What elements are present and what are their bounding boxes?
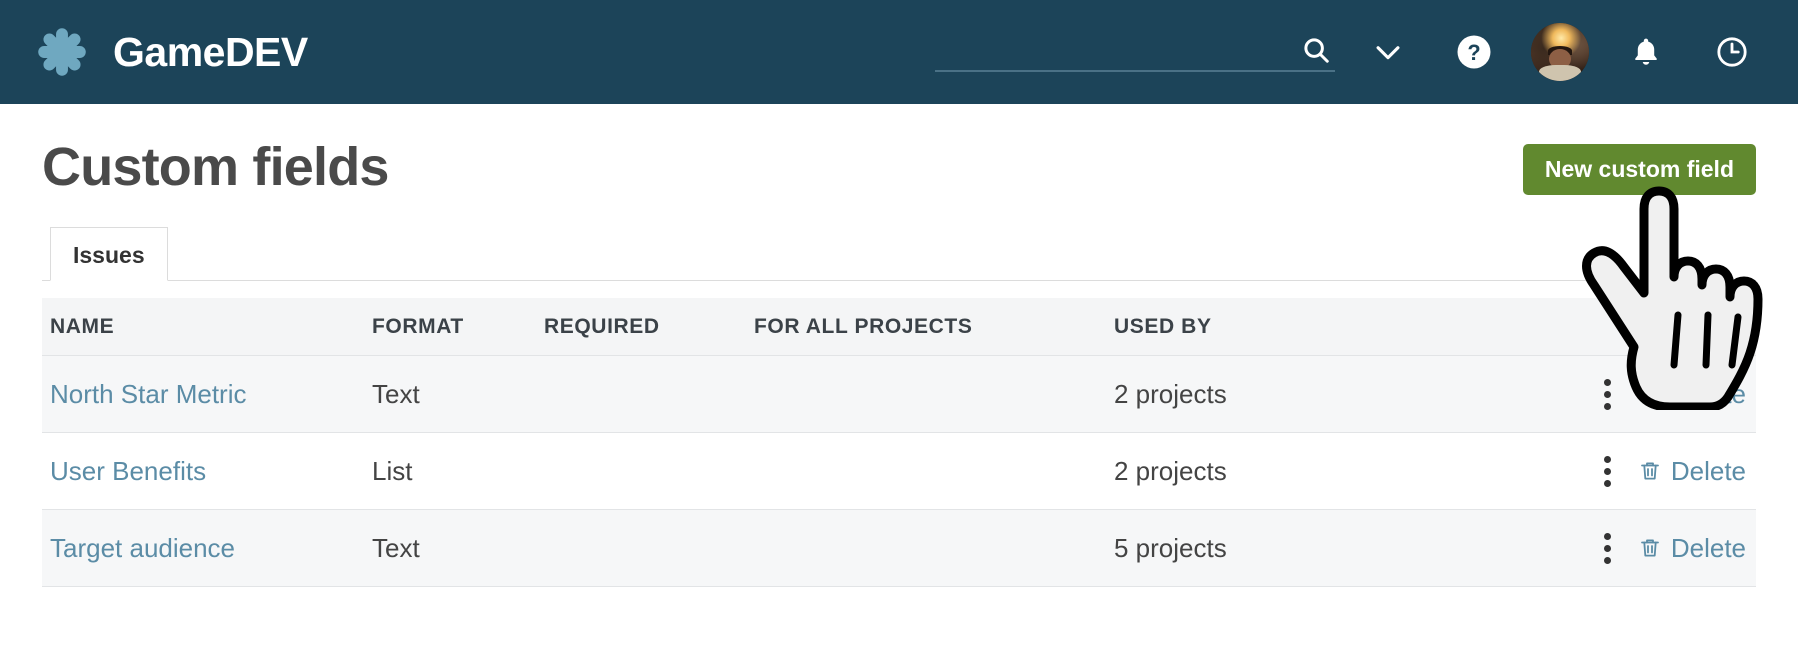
search-input[interactable] [935,32,1335,72]
custom-fields-table: NAME FORMAT REQUIRED FOR ALL PROJECTS US… [42,298,1756,587]
delete-label: Delete [1670,378,1746,409]
svg-text:?: ? [1467,40,1480,65]
field-for-all-projects-cell [754,432,1114,510]
bell-icon[interactable] [1614,20,1678,84]
kebab-menu-icon[interactable] [1603,378,1612,410]
clock-icon[interactable] [1700,20,1764,84]
field-name-cell: Target audience [42,509,372,587]
top-navigation-bar: GameDEV ? [0,0,1798,104]
field-name-cell: North Star Metric [42,355,372,433]
page-content: Custom fields New custom field Issues NA… [0,104,1798,587]
trash-icon [1638,382,1662,406]
column-header-actions [1494,298,1756,356]
table-row: Target audience Text 5 projects Delete [42,509,1756,587]
table-row: North Star Metric Text 2 projects Delete [42,355,1756,433]
tab-issues[interactable]: Issues [50,227,168,281]
column-header-format: FORMAT [372,298,544,356]
field-required-cell [544,509,754,587]
kebab-menu-icon[interactable] [1603,532,1612,564]
asterisk-flower-icon [35,25,89,79]
search-container [935,22,1335,82]
brand-logo[interactable]: GameDEV [35,25,308,79]
field-for-all-projects-cell [754,509,1114,587]
field-name-link[interactable]: Target audience [50,533,235,563]
table-row: User Benefits List 2 projects Delete [42,432,1756,510]
page-title: Custom fields [42,137,389,197]
field-format-cell: Text [372,509,544,587]
page-header: Custom fields New custom field [42,104,1756,222]
field-name-cell: User Benefits [42,432,372,510]
field-required-cell [544,355,754,433]
column-header-used-by: USED BY [1114,298,1494,356]
help-circle-icon[interactable]: ? [1442,20,1506,84]
column-header-for-all-projects: FOR ALL PROJECTS [754,298,1114,356]
field-format-cell: List [372,432,544,510]
field-for-all-projects-cell [754,355,1114,433]
field-used-by-cell: 5 projects [1114,509,1494,587]
field-name-link[interactable]: User Benefits [50,456,206,486]
avatar[interactable] [1531,23,1589,81]
delete-button[interactable]: Delete [1638,456,1746,487]
trash-icon [1638,459,1662,483]
chevron-down-icon[interactable] [1356,20,1420,84]
field-used-by-cell: 2 projects [1114,432,1494,510]
field-actions-cell: Delete [1494,355,1756,433]
field-used-by-cell: 2 projects [1114,355,1494,433]
field-name-link[interactable]: North Star Metric [50,379,247,409]
table-header-row: NAME FORMAT REQUIRED FOR ALL PROJECTS US… [42,298,1756,356]
field-format-cell: Text [372,355,544,433]
avatar-body [1539,64,1581,81]
new-custom-field-button[interactable]: New custom field [1522,144,1756,195]
tab-bar: Issues [42,225,1756,281]
delete-label: Delete [1670,532,1746,563]
column-header-name: NAME [42,298,372,356]
trash-icon [1638,536,1662,560]
top-nav-actions: ? [935,0,1798,104]
delete-label: Delete [1670,455,1746,486]
column-header-required: REQUIRED [544,298,754,356]
delete-button[interactable]: Delete [1638,533,1746,564]
brand-name: GameDEV [113,28,308,75]
delete-button[interactable]: Delete [1638,379,1746,410]
kebab-menu-icon[interactable] [1603,455,1612,487]
field-required-cell [544,432,754,510]
field-actions-cell: Delete [1494,509,1756,587]
field-actions-cell: Delete [1494,432,1756,510]
